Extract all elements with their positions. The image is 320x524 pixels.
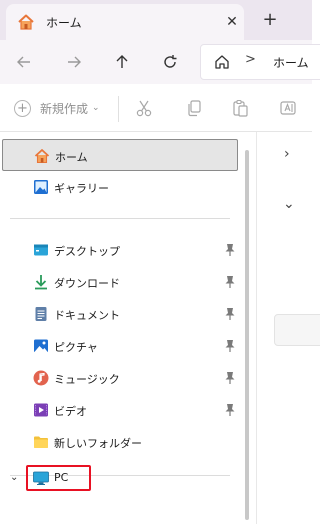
- pictures-icon: [34, 339, 48, 353]
- pin-icon[interactable]: [224, 243, 236, 257]
- sidebar-item-new-folder[interactable]: 新しいフォルダー: [2, 426, 238, 458]
- sidebar-item-pictures[interactable]: ピクチャ: [2, 330, 238, 362]
- up-arrow-icon[interactable]: [112, 52, 132, 72]
- refresh-icon[interactable]: [160, 52, 180, 72]
- close-tab-button[interactable]: ✕: [222, 12, 242, 32]
- sidebar-item-home[interactable]: ホーム: [2, 139, 238, 171]
- sidebar-item-label: 新しいフォルダー: [54, 437, 142, 450]
- home-icon: [18, 14, 34, 30]
- address-bar[interactable]: > ホーム: [200, 44, 320, 80]
- command-bar: + 新規作成 ⌄: [0, 84, 312, 132]
- tab-title: ホーム: [46, 16, 82, 30]
- sidebar-item-desktop[interactable]: デスクトップ: [2, 234, 238, 266]
- home-icon: [34, 149, 50, 164]
- cut-icon[interactable]: [134, 98, 154, 118]
- sidebar-item-label: ピクチャ: [54, 341, 98, 354]
- forward-arrow-icon[interactable]: [64, 52, 84, 72]
- download-icon: [35, 275, 47, 290]
- toolbar-divider: [118, 96, 119, 122]
- chevron-down-icon[interactable]: ⌄: [283, 196, 295, 212]
- video-icon: [34, 403, 48, 417]
- sidebar-item-label: ホーム: [55, 151, 88, 164]
- new-button-label: 新規作成: [40, 101, 89, 116]
- sidebar-item-documents[interactable]: ドキュメント: [2, 298, 238, 330]
- home-outline-icon: [215, 55, 229, 69]
- sidebar-item-label: ギャラリー: [54, 182, 109, 195]
- plus-circle-icon: +: [14, 99, 31, 117]
- gallery-icon: [34, 180, 48, 194]
- rename-icon[interactable]: [278, 98, 298, 118]
- breadcrumb-separator: >: [245, 52, 256, 67]
- desktop-folder-icon: [34, 244, 48, 256]
- sidebar-item-label: ドキュメント: [54, 309, 120, 322]
- tab-strip: ホーム ✕ +: [0, 0, 312, 40]
- copy-icon[interactable]: [184, 98, 204, 118]
- chevron-down-icon: ⌄: [92, 103, 100, 113]
- new-button[interactable]: + 新規作成 ⌄: [14, 98, 100, 118]
- folder-icon: [34, 436, 48, 448]
- expand-chevron-icon[interactable]: ⌄: [10, 472, 18, 483]
- pin-icon[interactable]: [224, 339, 236, 353]
- music-icon: [33, 370, 49, 386]
- sidebar-item-label: ダウンロード: [54, 277, 120, 290]
- sidebar-scrollbar[interactable]: [245, 150, 249, 520]
- pc-highlight-box: [26, 465, 91, 491]
- tab-home[interactable]: ホーム ✕: [6, 4, 244, 40]
- pin-icon[interactable]: [224, 275, 236, 289]
- pin-icon[interactable]: [224, 403, 236, 417]
- new-tab-button[interactable]: +: [260, 10, 280, 30]
- sidebar-item-downloads[interactable]: ダウンロード: [2, 266, 238, 298]
- pin-icon[interactable]: [224, 371, 236, 385]
- content-card[interactable]: [274, 314, 320, 346]
- sidebar-divider: [10, 218, 230, 219]
- sidebar-item-music[interactable]: ミュージック: [2, 362, 238, 394]
- sidebar-item-label: ミュージック: [54, 373, 120, 386]
- paste-icon[interactable]: [230, 98, 250, 118]
- chevron-right-icon[interactable]: ›: [284, 146, 290, 162]
- sidebar-item-videos[interactable]: ビデオ: [2, 394, 238, 426]
- document-icon: [35, 307, 47, 321]
- sidebar-item-label: デスクトップ: [54, 245, 120, 258]
- sidebar-item-label: ビデオ: [54, 405, 87, 418]
- back-arrow-icon[interactable]: [14, 52, 34, 72]
- breadcrumb-location[interactable]: ホーム: [273, 54, 309, 71]
- pin-icon[interactable]: [224, 307, 236, 321]
- sidebar-item-gallery[interactable]: ギャラリー: [2, 171, 238, 203]
